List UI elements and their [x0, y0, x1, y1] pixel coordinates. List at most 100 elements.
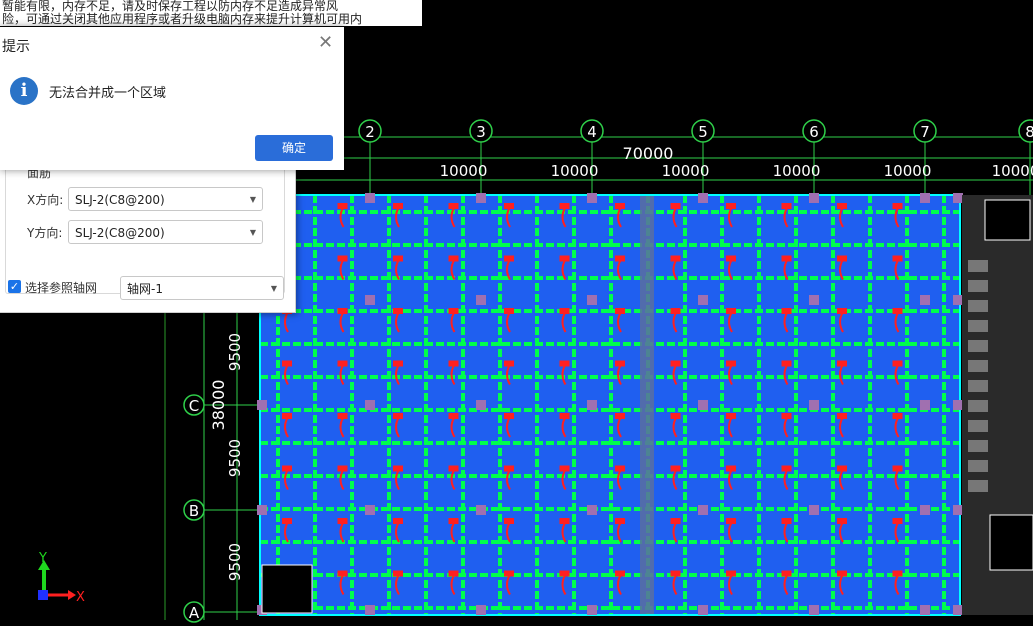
rebar-tag: [837, 570, 847, 577]
rebar-tag: [504, 360, 514, 367]
rebar-tag: [504, 465, 514, 472]
rebar-tag: [726, 518, 736, 524]
rebar-tag: [282, 518, 292, 524]
column: [698, 295, 708, 305]
rebar-tag: [670, 518, 681, 524]
right-strip-block: [968, 460, 988, 472]
column: [698, 605, 708, 615]
right-strip-block: [968, 260, 988, 272]
rebar-tag: [892, 465, 903, 472]
column: [365, 400, 375, 410]
ok-button[interactable]: 确定: [255, 135, 333, 161]
chevron-down-icon: ▼: [249, 195, 256, 204]
dialog-message: 无法合并成一个区域: [49, 86, 167, 101]
rebar-tag: [837, 255, 847, 262]
rebar-tag: [837, 203, 847, 209]
rebar-tag: [837, 413, 847, 419]
column: [587, 400, 597, 410]
rebar-tag: [504, 203, 514, 209]
rebar-tag: [559, 308, 570, 314]
y-direction-value: SLJ-2(C8@200): [75, 226, 165, 240]
rebar-tag: [393, 203, 403, 209]
left-bottom-opening: [261, 564, 313, 614]
rebar-tag: [282, 413, 292, 419]
column: [587, 505, 597, 515]
rebar-tag: [448, 518, 459, 524]
rebar-tag: [670, 570, 681, 577]
rebar-tag: [615, 308, 625, 314]
rebar-tag: [504, 570, 514, 577]
span-y-label: 9500: [226, 439, 244, 477]
axis-number: 2: [365, 123, 375, 141]
rebar-tag: [282, 465, 292, 472]
rebar-tag: [726, 203, 736, 209]
right-strip-block: [968, 320, 988, 332]
column: [365, 193, 375, 203]
ref-axis-select[interactable]: 轴网-1 ▼: [120, 276, 284, 300]
rebar-tag: [393, 413, 403, 419]
column: [953, 505, 963, 515]
rebar-tag: [559, 413, 570, 419]
column: [587, 193, 597, 203]
rebar-tag: [559, 465, 570, 472]
span-x-label: 10000: [662, 162, 710, 180]
y-direction-select[interactable]: SLJ-2(C8@200) ▼: [68, 220, 263, 244]
ref-axis-checkbox[interactable]: ✓: [8, 280, 21, 293]
rebar-tag: [670, 203, 681, 209]
rebar-tag: [337, 255, 348, 262]
span-x-label: 10000: [884, 162, 932, 180]
column: [953, 400, 963, 410]
rebar-tag: [337, 413, 348, 419]
rebar-tag: [781, 570, 792, 577]
rebar-tag: [559, 255, 570, 262]
rebar-tag: [448, 570, 459, 577]
total-y-dimension: 38000: [209, 380, 228, 431]
chevron-down-icon: ▼: [270, 284, 277, 293]
rebar-tag: [892, 360, 903, 367]
rebar-tag: [448, 255, 459, 262]
column: [953, 193, 963, 203]
rebar-tag: [615, 255, 625, 262]
rebar-tag: [781, 255, 792, 262]
prompt-dialog: 提示 ✕ i 无法合并成一个区域 确定: [0, 27, 344, 170]
x-direction-select[interactable]: SLJ-2(C8@200) ▼: [68, 187, 263, 211]
rebar-tag: [393, 570, 403, 577]
column: [365, 605, 375, 615]
memory-warning-line2: 险，可通过关闭其他应用程序或者升级电脑内存来提升计算机可用内: [2, 12, 363, 26]
x-direction-value: SLJ-2(C8@200): [75, 193, 165, 207]
rebar-tag: [337, 360, 348, 367]
rebar-tag: [837, 518, 847, 524]
rebar-tag: [393, 308, 403, 314]
span-x-label: 10000: [440, 162, 488, 180]
x-direction-label: X方向:: [27, 193, 64, 207]
right-strip-block: [968, 340, 988, 352]
rebar-tag: [504, 308, 514, 314]
column: [920, 400, 930, 410]
axis-number: 4: [587, 123, 597, 141]
column: [476, 295, 486, 305]
rebar-tag: [670, 413, 681, 419]
column: [953, 295, 963, 305]
rebar-tag: [282, 360, 292, 367]
column: [365, 295, 375, 305]
rebar-tag: [892, 518, 903, 524]
rebar-tag: [337, 570, 348, 577]
rebar-tag: [448, 308, 459, 314]
span-y-label: 9500: [226, 333, 244, 371]
right-strip-block: [968, 360, 988, 372]
rebar-tag: [781, 465, 792, 472]
rebar-tag: [393, 518, 403, 524]
right-top-opening: [984, 199, 1031, 241]
rebar-tag: [559, 360, 570, 367]
column: [953, 605, 963, 615]
column: [476, 505, 486, 515]
rebar-tag: [615, 518, 625, 524]
memory-warning: 暂能有限，内存不足，请及时保存工程以防内存不足造成异常风 险，可通过关闭其他应用…: [0, 0, 422, 26]
rebar-tag: [892, 413, 903, 419]
close-icon[interactable]: ✕: [318, 34, 333, 52]
rebar-tag: [337, 465, 348, 472]
span-y-labels: 9500 9500 9500: [226, 333, 244, 581]
rebar-tag: [781, 308, 792, 314]
axis-letter: A: [189, 604, 200, 622]
ref-axis-label: 选择参照轴网: [25, 281, 98, 295]
